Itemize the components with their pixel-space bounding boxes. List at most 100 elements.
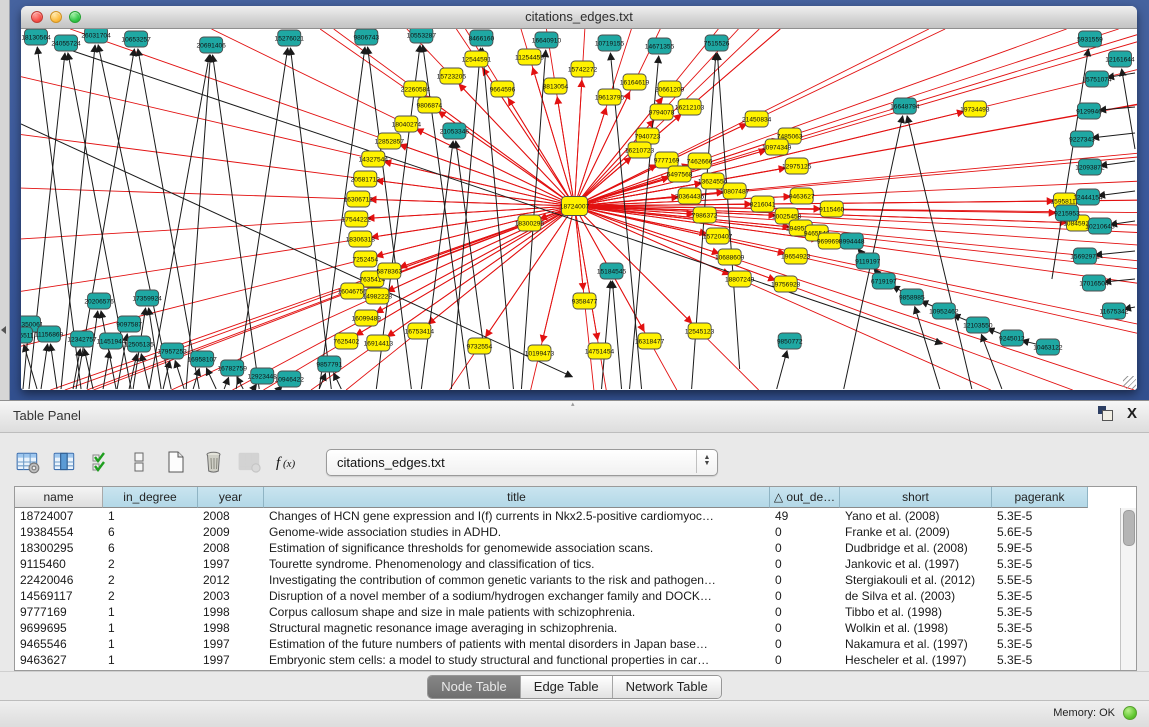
graph-node[interactable]: 16914413 [364, 335, 394, 351]
graph-node[interactable]: 8994448 [839, 233, 865, 249]
cell[interactable]: 5.3E-5 [992, 556, 1088, 572]
cell[interactable]: 0 [770, 636, 840, 652]
cell[interactable]: Jankovic et al. (1997) [840, 556, 992, 572]
graph-node[interactable]: 19734493 [960, 101, 990, 117]
cell[interactable]: Wolkin et al. (1998) [840, 620, 992, 636]
table-select[interactable]: citations_edges.txt▲▼ [326, 449, 718, 476]
graph-node[interactable]: 20581712 [351, 171, 381, 187]
cell[interactable]: 9115460 [15, 556, 103, 572]
graph-node[interactable]: 15723205 [437, 68, 467, 84]
cell[interactable]: 0 [770, 524, 840, 540]
cell[interactable]: 5.3E-5 [992, 604, 1088, 620]
graph-node[interactable]: 10653257 [121, 31, 151, 47]
cell[interactable]: 5.3E-5 [992, 508, 1088, 524]
cell[interactable]: Genome-wide association studies in ADHD. [264, 524, 770, 540]
cell[interactable]: 5.3E-5 [992, 620, 1088, 636]
delete-column-icon[interactable] [199, 448, 227, 476]
cell[interactable]: 9777169 [15, 604, 103, 620]
cell[interactable]: 5.6E-5 [992, 524, 1088, 540]
cell[interactable]: Estimation of significance thresholds fo… [264, 540, 770, 556]
graph-node[interactable]: 9115460 [819, 201, 845, 217]
cell[interactable]: Embryonic stem cells: a model to study s… [264, 652, 770, 668]
close-window-icon[interactable] [31, 11, 43, 23]
cell[interactable]: 0 [770, 572, 840, 588]
graph-node[interactable]: 10553287 [407, 29, 437, 43]
cell[interactable]: 18300295 [15, 540, 103, 556]
graph-node[interactable]: 17957253 [157, 343, 187, 359]
splitter-grip-icon[interactable]: ▴ [571, 402, 580, 407]
cell[interactable]: Dudbridge et al. (2008) [840, 540, 992, 556]
table-scrollbar[interactable] [1120, 508, 1136, 670]
zoom-window-icon[interactable] [69, 11, 81, 23]
graph-node[interactable]: 26031704 [81, 29, 111, 43]
cell[interactable]: 6 [103, 524, 198, 540]
cell[interactable]: 1998 [198, 604, 264, 620]
column-header-short[interactable]: short [840, 487, 992, 508]
graph-node[interactable]: 9129946 [1076, 103, 1102, 119]
graph-node[interactable]: 20206576 [84, 293, 114, 309]
cell[interactable]: 14569117 [15, 588, 103, 604]
graph-node[interactable]: 3915511 [21, 327, 34, 343]
table-options-icon[interactable] [14, 448, 42, 476]
cell[interactable]: 9699695 [15, 620, 103, 636]
graph-node[interactable]: 15720407 [703, 228, 733, 244]
graph-node[interactable]: 7986372 [692, 207, 718, 223]
graph-node[interactable]: 18807249 [725, 271, 755, 287]
cell[interactable]: 22420046 [15, 572, 103, 588]
graph-node[interactable]: 21450834 [742, 111, 772, 127]
cell[interactable]: 5.3E-5 [992, 652, 1088, 668]
graph-node[interactable]: 12342757 [67, 331, 97, 347]
graph-node[interactable]: 19756928 [771, 276, 801, 292]
cell[interactable]: 1997 [198, 556, 264, 572]
graph-node[interactable]: 24055724 [51, 35, 81, 51]
column-header-title[interactable]: title [264, 487, 770, 508]
graph-node[interactable]: 12852857 [375, 133, 405, 149]
cell[interactable]: Estimation of the future numbers of pati… [264, 636, 770, 652]
cell[interactable]: 1 [103, 652, 198, 668]
cell[interactable]: Franke et al. (2009) [840, 524, 992, 540]
column-header-year[interactable]: year [198, 487, 264, 508]
graph-node[interactable]: 17544222 [342, 211, 372, 227]
cell[interactable]: 6 [103, 540, 198, 556]
graph-node[interactable]: 16753414 [405, 323, 435, 339]
row-height-icon[interactable] [125, 448, 153, 476]
cell[interactable]: 5.9E-5 [992, 540, 1088, 556]
graph-node[interactable]: 12161644 [1105, 51, 1135, 67]
function-builder-icon[interactable]: f(x) [273, 448, 301, 476]
graph-node[interactable]: 16318477 [635, 333, 665, 349]
cell[interactable]: 0 [770, 620, 840, 636]
graph-node[interactable]: 17016504 [1079, 275, 1109, 291]
cell[interactable]: 1 [103, 636, 198, 652]
close-panel-icon[interactable]: X [1127, 406, 1137, 421]
graph-node[interactable]: 11156869 [35, 326, 64, 342]
cell[interactable]: 5.5E-5 [992, 572, 1088, 588]
cell[interactable]: 2012 [198, 572, 264, 588]
cell[interactable]: 1998 [198, 620, 264, 636]
graph-node[interactable]: 9858985 [899, 289, 925, 305]
collapse-panel-arrow-icon[interactable] [1, 326, 6, 334]
graph-node[interactable]: 9358477 [572, 293, 598, 309]
cell[interactable]: Tourette syndrome. Phenomenology and cla… [264, 556, 770, 572]
graph-node[interactable]: 6719197 [871, 273, 897, 289]
cell[interactable]: 5.3E-5 [992, 588, 1088, 604]
cell[interactable]: 2 [103, 572, 198, 588]
graph-node[interactable]: 20661209 [655, 81, 685, 97]
graph-node[interactable]: 11451944 [97, 333, 126, 349]
graph-node[interactable]: 18040274 [392, 116, 422, 132]
tab-edge-table[interactable]: Edge Table [521, 676, 613, 698]
cell[interactable]: de Silva et al. (2003) [840, 588, 992, 604]
cell[interactable]: 1997 [198, 636, 264, 652]
graph-node[interactable]: 10807487 [720, 183, 750, 199]
minimize-window-icon[interactable] [50, 11, 62, 23]
cell[interactable]: 0 [770, 540, 840, 556]
graph-node[interactable]: 9097587 [116, 316, 142, 332]
cell[interactable]: 2009 [198, 524, 264, 540]
graph-node[interactable]: 8813054 [543, 78, 569, 94]
graph-node[interactable]: 15751074 [1082, 71, 1112, 87]
show-columns-icon[interactable] [51, 448, 79, 476]
graph-node[interactable]: 10952462 [929, 303, 959, 319]
cell[interactable]: 9463627 [15, 652, 103, 668]
graph-node[interactable]: 16306712 [344, 191, 374, 207]
cell[interactable]: 2008 [198, 540, 264, 556]
cell[interactable]: 0 [770, 604, 840, 620]
